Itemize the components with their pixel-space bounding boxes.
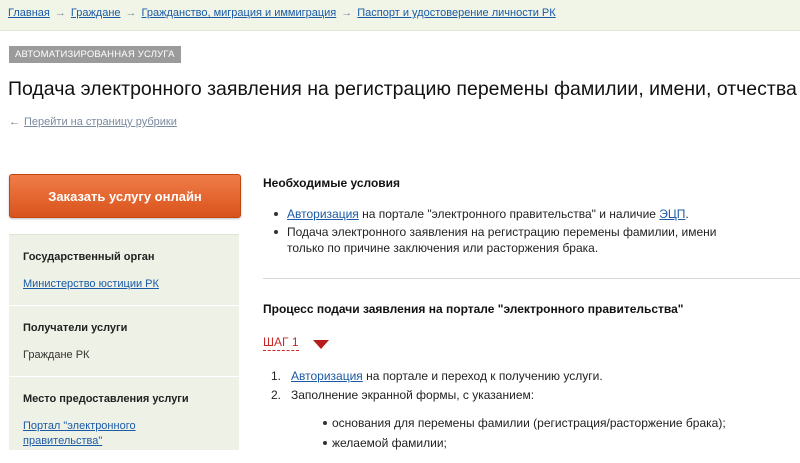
condition-text: на портале "электронного правительства" … [358, 207, 660, 221]
sidebar-block-government-body: Государственный орган Министерство юстиц… [9, 235, 239, 306]
step-text: на портале и переход к получению услуги. [362, 369, 603, 383]
list-item: 2. Заполнение экранной формы, с указанием… [271, 387, 800, 403]
steps-list: 1. Авторизация на портале и переход к пол… [271, 368, 800, 406]
list-item: Подача электронного заявления на регистр… [274, 224, 800, 256]
form-fields-list: основания для перемены фамилии (регистра… [323, 415, 800, 455]
breadcrumb-home[interactable]: Главная [8, 7, 50, 19]
breadcrumb: Главная → Граждане → Гражданство, миграция и… [8, 7, 556, 19]
step-text: Заполнение экранной формы, с указанием: [291, 388, 535, 402]
condition-text: . [685, 207, 689, 221]
sidebar-block-service-place: Место предоставления услуги Портал "элек… [9, 377, 239, 463]
list-item: основания для перемены фамилии (регистра… [323, 415, 800, 431]
list-item: Авторизация на портале "электронного пра… [274, 206, 800, 222]
step-authorization-link[interactable]: Авторизация [291, 369, 363, 383]
ministry-of-justice-link[interactable]: Министерство юстиции РК [23, 277, 225, 292]
authorization-link[interactable]: Авторизация [287, 207, 359, 221]
conditions-list: Авторизация на портале "электронного пра… [274, 206, 800, 258]
caret-down-icon[interactable] [313, 340, 329, 349]
list-item: 1. Авторизация на портале и переход к пол… [271, 368, 800, 384]
breadcrumb-bar: Главная → Граждане → Гражданство, миграция и… [0, 0, 800, 31]
sidebar-heading: Получатели услуги [23, 322, 128, 334]
breadcrumb-citizens[interactable]: Граждане [71, 7, 121, 19]
back-to-rubric-link[interactable]: ← Перейти на страницу рубрики [9, 116, 177, 128]
breadcrumb-arrow-icon: → [54, 7, 66, 19]
conditions-heading: Необходимые условия [263, 176, 401, 190]
page-title: Подача электронного заявления на регистр… [8, 78, 797, 100]
section-divider [263, 278, 800, 279]
step-1-toggle[interactable]: ШАГ 1 [263, 335, 299, 351]
sidebar-block-recipients: Получатели услуги Граждане РК [9, 306, 239, 377]
sidebar-heading: Государственный орган [23, 251, 155, 263]
breadcrumb-arrow-icon: → [341, 7, 353, 19]
service-info-sidebar: Государственный орган Министерство юстиц… [9, 234, 239, 463]
breadcrumb-citizenship[interactable]: Гражданство, миграция и иммиграция [142, 7, 337, 19]
breadcrumb-arrow-icon: → [125, 7, 137, 19]
back-link-label[interactable]: Перейти на страницу рубрики [24, 116, 177, 128]
sidebar-heading: Место предоставления услуги [23, 393, 189, 405]
order-service-online-button[interactable]: Заказать услугу онлайн [9, 174, 241, 218]
condition-text: только по причине заключения или расторж… [287, 241, 599, 255]
back-arrow-icon: ← [9, 116, 20, 128]
recipients-value: Граждане РК [23, 349, 90, 361]
step-number: 2. [271, 388, 282, 402]
breadcrumb-passport[interactable]: Паспорт и удостоверение личности РК [357, 7, 555, 19]
eds-link[interactable]: ЭЦП [659, 207, 685, 221]
process-heading: Процесс подачи заявления на портале "эле… [263, 302, 684, 316]
condition-text: Подача электронного заявления на регистр… [287, 225, 717, 239]
step-number: 1. [271, 369, 282, 383]
list-item: желаемой фамилии; [323, 435, 800, 451]
service-type-badge: АВТОМАТИЗИРОВАННАЯ УСЛУГА [9, 46, 181, 63]
